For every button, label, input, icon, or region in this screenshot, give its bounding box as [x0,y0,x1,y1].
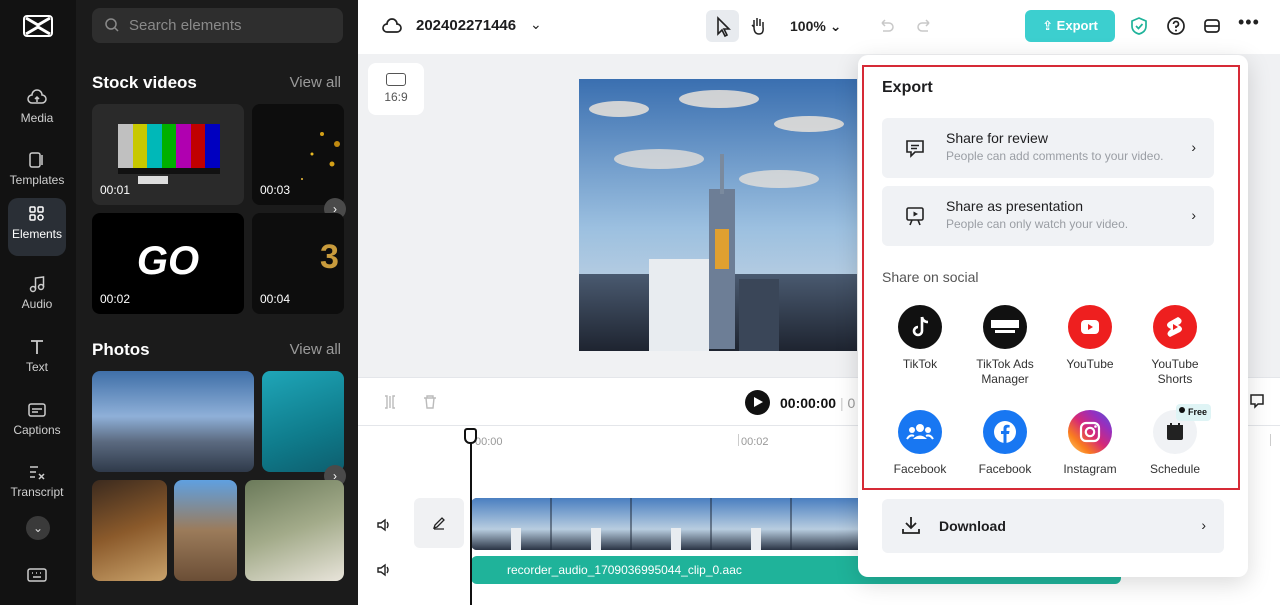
export-label: Export [1056,18,1098,33]
current-time: 00:00:00 | 0 [780,395,856,411]
export-button[interactable]: ⇪ Export [1025,10,1115,42]
stock-video-thumb[interactable]: 00:03 [252,104,344,205]
volume-icon[interactable] [376,563,392,577]
video-clip[interactable] [471,498,871,550]
music-note-icon [29,276,45,293]
chevron-down-icon[interactable]: ⌄ [530,16,542,33]
transcript-icon [30,466,45,480]
photo-thumb-food[interactable] [92,480,167,581]
more-icon[interactable]: ••• [1238,12,1260,33]
select-tool-button[interactable] [706,10,739,42]
search-input[interactable]: Search elements [92,8,343,43]
playhead[interactable] [470,432,472,605]
chevron-down-icon[interactable]: ⌄ [26,516,50,540]
highlight-box [862,65,1240,490]
cloud-sync-icon[interactable] [382,17,402,37]
stock-videos-view-all[interactable]: View all [290,74,341,91]
elements-icon [29,206,44,221]
project-name[interactable]: 202402271446 [416,17,516,34]
chevron-right-icon: › [1201,517,1206,533]
zoom-level[interactable]: 100% ⌄ [790,18,841,35]
current-time-value: 00:00:00 [780,395,837,411]
search-placeholder: Search elements [129,17,242,34]
rail-item-audio[interactable]: Audio [8,268,66,326]
video-duration: 00:02 [100,292,131,306]
hand-tool-icon[interactable] [747,15,769,37]
stock-videos-title: Stock videos [92,73,197,92]
rail-item-label: Transcript [10,485,64,499]
stock-video-thumb[interactable]: 3 00:04 [252,213,344,314]
color-bars-image [118,124,220,184]
download-label: Download [939,518,1006,534]
rail-item-label: Templates [9,173,65,187]
layers-icon[interactable] [1202,16,1222,36]
video-duration: 00:04 [260,292,291,306]
stock-video-thumb[interactable]: GO 00:02 [92,213,244,314]
total-time: 0 [847,395,856,411]
upload-icon: ⇪ [1042,18,1054,33]
video-preview[interactable] [579,79,857,351]
undo-icon[interactable] [877,17,895,35]
top-bar: 202402271446 ⌄ 100% ⌄ ⇪ Export ••• [358,0,1280,54]
rail-item-label: Elements [11,227,63,241]
split-icon[interactable] [382,394,398,410]
stock-video-thumb[interactable]: 00:01 [92,104,244,205]
rail-item-label: Text [25,360,48,374]
audio-clip-name: recorder_audio_1709036995044_clip_0.aac [507,563,742,577]
elements-panel: Search elements Stock videos View all 00… [76,0,358,605]
left-rail: Media Templates Elements Audio Text Capt… [0,0,76,605]
text-icon [31,340,43,354]
ruler-label: 00:00 [475,436,503,448]
ruler-tick [738,434,739,446]
shield-check-icon[interactable] [1129,16,1149,36]
rail-item-label: Audio [21,297,53,311]
cursor-icon [717,16,731,38]
pencil-icon [432,517,445,530]
search-icon [105,18,119,32]
zoom-value: 100% [790,18,826,34]
edit-cover-button[interactable] [414,498,464,548]
rail-item-label: Media [20,111,54,125]
play-button[interactable] [745,390,770,415]
rail-item-text[interactable]: Text [8,331,66,389]
photo-thumb-sea[interactable] [262,371,344,472]
playhead-handle[interactable] [464,428,477,444]
volume-icon[interactable] [376,518,392,532]
svg-text:3: 3 [320,238,339,276]
capcut-logo-icon[interactable] [22,12,54,40]
help-icon[interactable] [1166,16,1186,36]
video-duration: 00:03 [260,183,291,197]
rail-item-captions[interactable]: Captions [8,394,66,452]
ruler-label: 00:02 [741,436,769,448]
aspect-ratio-icon [386,73,406,86]
keyboard-icon[interactable] [26,566,48,584]
go-text: GO [136,239,200,283]
photos-view-all[interactable]: View all [290,341,341,358]
rail-item-label: Captions [13,423,61,437]
photo-thumb-street[interactable] [174,480,237,581]
templates-icon [29,152,43,168]
photos-title: Photos [92,340,150,359]
photo-thumb-skyline[interactable] [92,371,254,472]
comment-icon[interactable] [1248,392,1266,410]
video-filmstrip-image [471,498,871,550]
rail-item-elements[interactable]: Elements [8,198,66,256]
captions-icon [28,403,46,417]
download-icon [902,517,920,534]
redo-icon[interactable] [916,17,934,35]
aspect-ratio-label: 16:9 [384,90,408,104]
aspect-ratio-button[interactable]: 16:9 [368,63,424,115]
city-skyline-image [579,79,857,351]
rail-item-media[interactable]: Media [8,82,66,140]
cloud-upload-icon [27,89,47,104]
photo-thumb-dog[interactable] [245,480,344,581]
ruler-tick [1270,434,1271,446]
video-duration: 00:01 [100,183,131,197]
download-button[interactable]: Download › [882,499,1224,553]
rail-item-templates[interactable]: Templates [8,144,66,202]
rail-item-transcript[interactable]: Transcript [8,456,66,514]
delete-icon[interactable] [422,394,438,410]
